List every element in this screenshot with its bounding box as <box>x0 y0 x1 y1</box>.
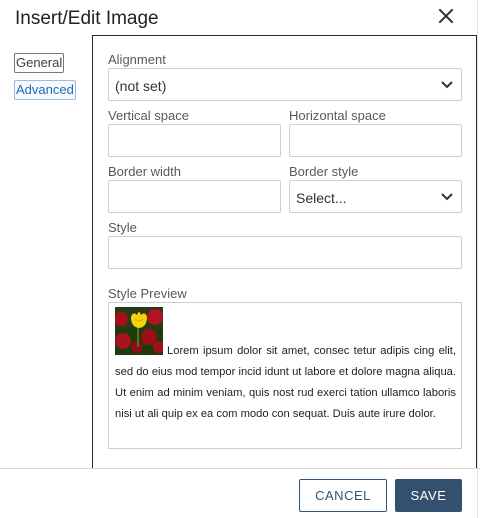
dialog-edge <box>477 0 478 518</box>
tulip-thumbnail <box>115 307 163 355</box>
chevron-down-icon <box>441 193 453 201</box>
border-style-select[interactable]: Select... <box>289 180 462 213</box>
close-icon[interactable] <box>437 7 455 25</box>
cancel-button[interactable]: CANCEL <box>299 479 387 512</box>
border-style-label: Border style <box>289 164 359 179</box>
horizontal-space-label: Horizontal space <box>289 108 386 123</box>
alignment-select[interactable]: (not set) <box>108 68 462 101</box>
style-input[interactable] <box>108 236 462 269</box>
alignment-label: Alignment <box>108 52 166 67</box>
dialog-title: Insert/Edit Image <box>15 8 159 29</box>
chevron-down-icon <box>441 81 453 89</box>
border-width-label: Border width <box>108 164 181 179</box>
style-label: Style <box>108 220 137 235</box>
vertical-space-input[interactable] <box>108 124 281 157</box>
style-preview-label: Style Preview <box>108 286 187 301</box>
horizontal-space-input[interactable] <box>289 124 462 157</box>
style-preview-text: Lorem ipsum dolor sit amet, consec tetur… <box>115 345 456 420</box>
tab-advanced[interactable]: Advanced <box>14 80 76 100</box>
vertical-space-label: Vertical space <box>108 108 189 123</box>
border-width-input[interactable] <box>108 180 281 213</box>
footer-divider <box>0 468 480 469</box>
save-button[interactable]: SAVE <box>395 479 462 512</box>
tab-general[interactable]: General <box>14 53 65 73</box>
border-style-select-value: Select... <box>296 190 347 206</box>
style-preview: Lorem ipsum dolor sit amet, consec tetur… <box>108 302 462 449</box>
alignment-select-value: (not set) <box>115 78 167 94</box>
